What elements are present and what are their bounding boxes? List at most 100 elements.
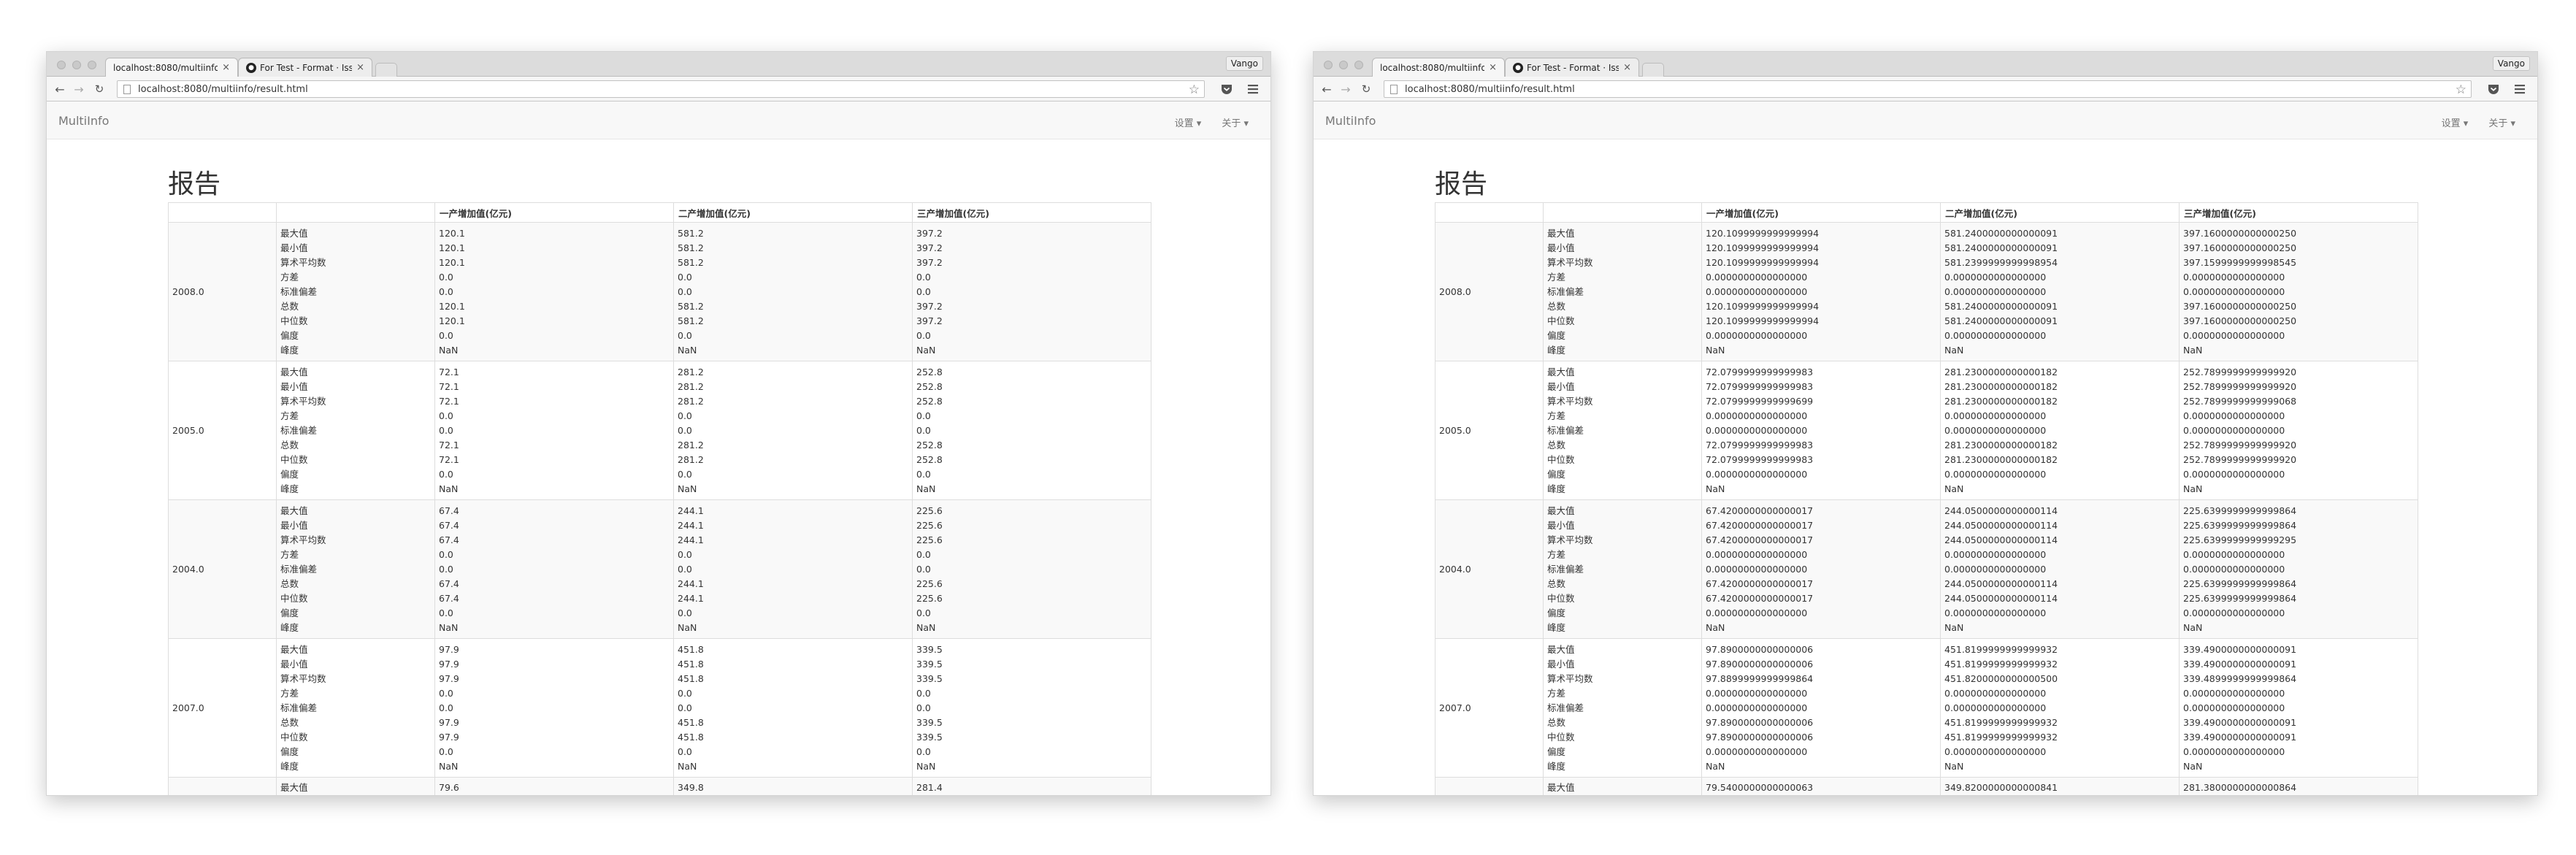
column-header	[168, 202, 277, 223]
tab-github-issue[interactable]: ● For Test - Format · Issue # ×	[1505, 58, 1639, 77]
cell-value: 0.0	[916, 746, 931, 758]
cell-value: 0.0000000000000000	[1706, 746, 1808, 758]
minimize-window-button[interactable]	[72, 61, 81, 69]
cell-value: 339.5	[916, 672, 943, 684]
table-row: 2004.0 最大值 最小值 算术平均数 方差 标准偏差 总数 中位数 偏度 峰度 67.4 67.4…	[168, 499, 1151, 639]
brand-link[interactable]: MultiInfo	[58, 114, 109, 128]
table-body: 2008.0 最大值 最小值 算术平均数 方差 标准偏差 总数 中位数 偏度 峰度 120.1099…	[1435, 222, 2418, 795]
brand-link[interactable]: MultiInfo	[1325, 114, 1376, 128]
cell-value: 397.1600000000000250	[2183, 315, 2297, 327]
cell-value: NaN	[916, 483, 936, 495]
value-cell: 72.0799999999999983 72.0799999999999983 72…	[1701, 361, 1941, 500]
zoom-window-button[interactable]	[1354, 61, 1363, 69]
cell-value: 67.4	[439, 534, 459, 545]
close-icon[interactable]: ×	[1623, 62, 1631, 73]
cell-value: 0.0	[678, 410, 692, 421]
cell-value: 120.1099999999999994	[1706, 256, 1820, 268]
tab-result[interactable]: localhost:8080/multiinfo/r ×	[1372, 58, 1505, 77]
value-cell: 339.5 339.5 339.5 0.0 0.0 339.5 339.5 0.0 NaN	[912, 638, 1151, 778]
value-cell: 72.1 72.1 72.1 0.0 0.0 72.1 72.1 0.0 NaN	[434, 361, 674, 500]
reload-icon[interactable]: ↻	[1359, 82, 1373, 96]
profile-button[interactable]: Vango	[2492, 56, 2530, 71]
settings-dropdown[interactable]: 设置 ▾	[2442, 115, 2469, 129]
close-icon[interactable]: ×	[356, 62, 364, 73]
close-window-button[interactable]	[57, 61, 66, 69]
table-row: 2007.0 最大值 最小值 算术平均数 方差 标准偏差 总数 中位数 偏度 峰度 97.89000…	[1435, 638, 2418, 778]
cell-value: 中位数	[1547, 732, 1575, 743]
cell-value: 0.0000000000000000	[1944, 563, 2047, 575]
new-tab-button[interactable]	[375, 63, 397, 77]
forward-icon[interactable]: →	[1338, 82, 1353, 96]
back-icon[interactable]: ←	[53, 82, 67, 96]
cell-value: 581.2400000000000091	[1944, 301, 2058, 313]
cell-value: 峰度	[280, 483, 299, 495]
cell-value: 方差	[1547, 548, 1566, 560]
tab-label: For Test - Format · Issue #	[260, 62, 352, 73]
cell-value: NaN	[916, 761, 936, 772]
cell-value: 281.2	[678, 454, 704, 466]
cell-value: 281.3800000000000864	[2183, 782, 2297, 793]
cell-value: 最大值	[280, 643, 308, 655]
forward-icon[interactable]: →	[72, 82, 86, 96]
cell-value: 0.0	[678, 285, 692, 297]
value-cell: 451.8 451.8 451.8 0.0 0.0 451.8 451.8 0.0 NaN	[673, 638, 913, 778]
bookmark-star-icon[interactable]: ☆	[2456, 83, 2466, 97]
about-dropdown[interactable]: 关于 ▾	[2488, 115, 2515, 129]
cell-value: 252.7899999999999068	[2183, 395, 2297, 407]
cell-value: 252.7899999999999920	[2183, 454, 2297, 466]
close-icon[interactable]: ×	[222, 62, 230, 73]
cell-value: 339.4899999999999864	[2183, 672, 2297, 684]
table-row: 2007.0 最大值 最小值 算术平均数 方差 标准偏差 总数 中位数 偏度 峰度 97.9 97.9…	[168, 638, 1151, 778]
tab-strip: localhost:8080/multiinfo/r × ● For Test …	[1314, 52, 2537, 77]
cell-value: 0.0000000000000000	[1706, 285, 1808, 297]
pocket-icon[interactable]	[1219, 82, 1234, 96]
cell-value: NaN	[1706, 761, 1725, 772]
back-icon[interactable]: ←	[1319, 82, 1334, 96]
cell-value: 281.2	[678, 395, 704, 407]
profile-button[interactable]: Vango	[1225, 56, 1263, 71]
cell-value: 0.0000000000000000	[1706, 330, 1808, 342]
menu-icon[interactable]	[2512, 82, 2527, 96]
page-icon	[1390, 84, 1398, 94]
address-bar[interactable]: localhost:8080/multiinfo/result.html ☆	[1384, 80, 2472, 98]
value-cell: 79.5400000000000063	[1701, 776, 1941, 795]
cell-value: 281.2	[678, 380, 704, 392]
cell-value: 397.2	[916, 242, 943, 253]
value-cell: 349.8	[673, 776, 913, 795]
bookmark-star-icon[interactable]: ☆	[1189, 83, 1200, 97]
close-window-button[interactable]	[1324, 61, 1333, 69]
cell-value: 0.0	[916, 548, 931, 560]
zoom-window-button[interactable]	[88, 61, 96, 69]
cell-value: 225.6	[916, 593, 943, 605]
minimize-window-button[interactable]	[1339, 61, 1348, 69]
menu-icon[interactable]	[1246, 82, 1260, 96]
close-icon[interactable]: ×	[1489, 62, 1497, 73]
about-dropdown[interactable]: 关于 ▾	[1222, 115, 1249, 129]
cell-value: NaN	[1944, 483, 1964, 495]
cell-value: 451.8	[678, 717, 704, 729]
address-bar[interactable]: localhost:8080/multiinfo/result.html ☆	[117, 80, 1205, 98]
cell-value: 0.0	[916, 687, 931, 699]
cell-value: 0.0000000000000000	[2183, 702, 2285, 713]
tab-result[interactable]: localhost:8080/multiinfo/r ×	[105, 58, 238, 77]
reload-icon[interactable]: ↻	[92, 82, 107, 96]
cell-value: NaN	[1944, 622, 1964, 634]
cell-value: NaN	[678, 622, 697, 634]
cell-value: NaN	[678, 761, 697, 772]
pocket-icon[interactable]	[2486, 82, 2501, 96]
cell-value: 标准偏差	[1547, 424, 1584, 436]
cell-value: 349.8	[678, 782, 704, 793]
new-tab-button[interactable]	[1642, 63, 1664, 77]
cell-value: 225.6399999999999295	[2183, 534, 2297, 545]
cell-value: 方差	[1547, 687, 1566, 699]
tab-github-issue[interactable]: ● For Test - Format · Issue # ×	[238, 58, 372, 77]
settings-dropdown[interactable]: 设置 ▾	[1175, 115, 1202, 129]
cell-value: 244.0500000000000114	[1944, 578, 2058, 590]
cell-value: 67.4200000000000017	[1706, 593, 1814, 605]
value-cell: 120.1099999999999994 120.1099999999999994…	[1701, 222, 1941, 361]
cell-value: 339.5	[916, 658, 943, 670]
cell-value: 97.9	[439, 643, 459, 655]
value-cell: 252.8 252.8 252.8 0.0 0.0 252.8 252.8 0.0 NaN	[912, 361, 1151, 500]
cell-value: 0.0	[439, 330, 453, 342]
cell-value: 最大值	[1547, 505, 1575, 516]
